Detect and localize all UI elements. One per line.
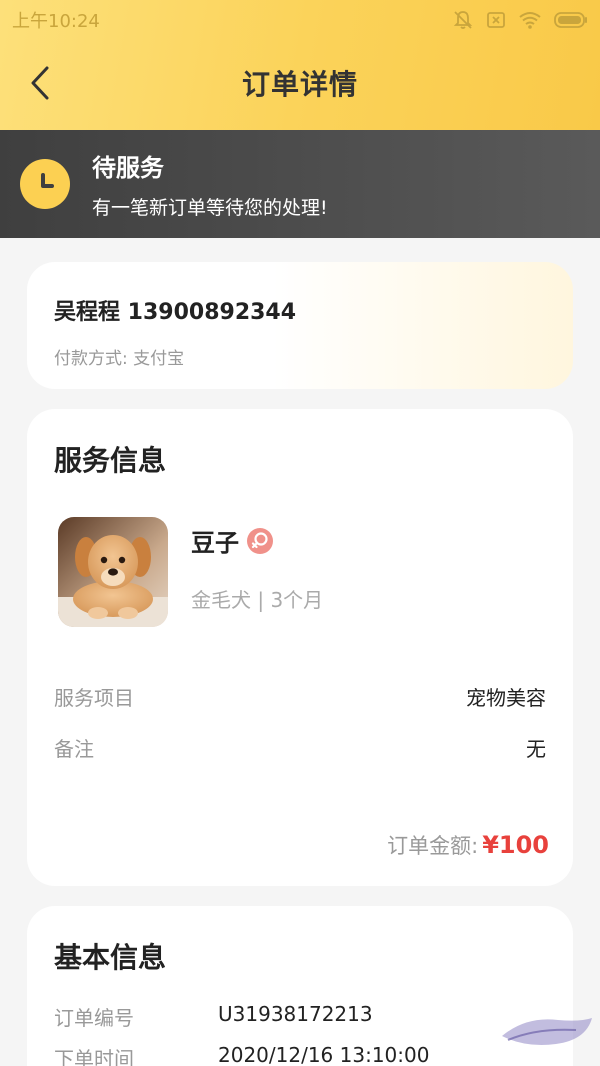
customer-card: 吴程程 13900892344 付款方式: 支付宝	[27, 262, 573, 389]
order-status-title: 待服务	[92, 154, 164, 182]
back-button[interactable]	[20, 63, 60, 103]
mute-bell-icon	[453, 11, 473, 29]
sim-x-icon	[487, 12, 505, 28]
order-time-row: 下单时间 2020/12/16 13:10:00	[54, 1043, 546, 1066]
service-item-row: 服务项目 宠物美容	[54, 682, 546, 711]
status-icons	[452, 9, 588, 31]
service-info-card: 服务信息 豆子 金毛犬 | 3个月 服务项目 宠物美容 备注 无 订单金额: ¥…	[27, 409, 573, 886]
pet-info: 豆子 金毛犬 | 3个月	[191, 517, 323, 613]
order-time-label: 下单时间	[54, 1047, 134, 1066]
pet-breed-age: 金毛犬 | 3个月	[191, 588, 324, 612]
nav-bar: 订单详情	[0, 55, 600, 111]
order-status-banner: 待服务 有一笔新订单等待您的处理!	[0, 130, 600, 238]
order-status-subtitle: 有一笔新订单等待您的处理!	[92, 197, 328, 219]
clock-icon	[20, 159, 70, 209]
service-section-title: 服务信息	[54, 444, 167, 477]
order-total-label: 订单金额:	[387, 834, 479, 858]
service-item-value: 宠物美容	[466, 686, 546, 710]
order-number-row: 订单编号 U31938172213	[54, 1002, 546, 1031]
chevron-left-icon	[31, 66, 49, 100]
order-total: 订单金额: ¥100	[387, 830, 549, 860]
top-header: 上午10:24 订单详情	[0, 0, 600, 130]
basic-section-title: 基本信息	[54, 941, 167, 974]
battery-icon	[554, 12, 587, 28]
female-icon	[247, 527, 273, 554]
order-number-label: 订单编号	[54, 1006, 134, 1030]
customer-name-phone: 吴程程 13900892344	[54, 300, 297, 325]
remark-label: 备注	[54, 737, 94, 761]
basic-info-card: 基本信息 订单编号 U31938172213 下单时间 2020/12/16 1…	[27, 906, 573, 1066]
status-time: 上午10:24	[12, 11, 100, 32]
page-title: 订单详情	[241, 68, 358, 101]
pet-photo	[58, 517, 168, 627]
watermark-logo	[502, 1018, 592, 1045]
order-number-value: U31938172213	[218, 1002, 373, 1026]
remark-value: 无	[526, 737, 546, 761]
order-total-value: ¥100	[482, 831, 549, 859]
remark-row: 备注 无	[54, 733, 546, 762]
pet-row: 豆子 金毛犬 | 3个月	[54, 517, 546, 627]
pet-name: 豆子	[191, 529, 239, 557]
payment-method: 付款方式: 支付宝	[54, 349, 185, 369]
status-bar: 上午10:24	[0, 0, 600, 40]
service-item-label: 服务项目	[54, 686, 134, 710]
order-time-value: 2020/12/16 13:10:00	[218, 1043, 430, 1066]
wifi-icon	[519, 12, 541, 29]
